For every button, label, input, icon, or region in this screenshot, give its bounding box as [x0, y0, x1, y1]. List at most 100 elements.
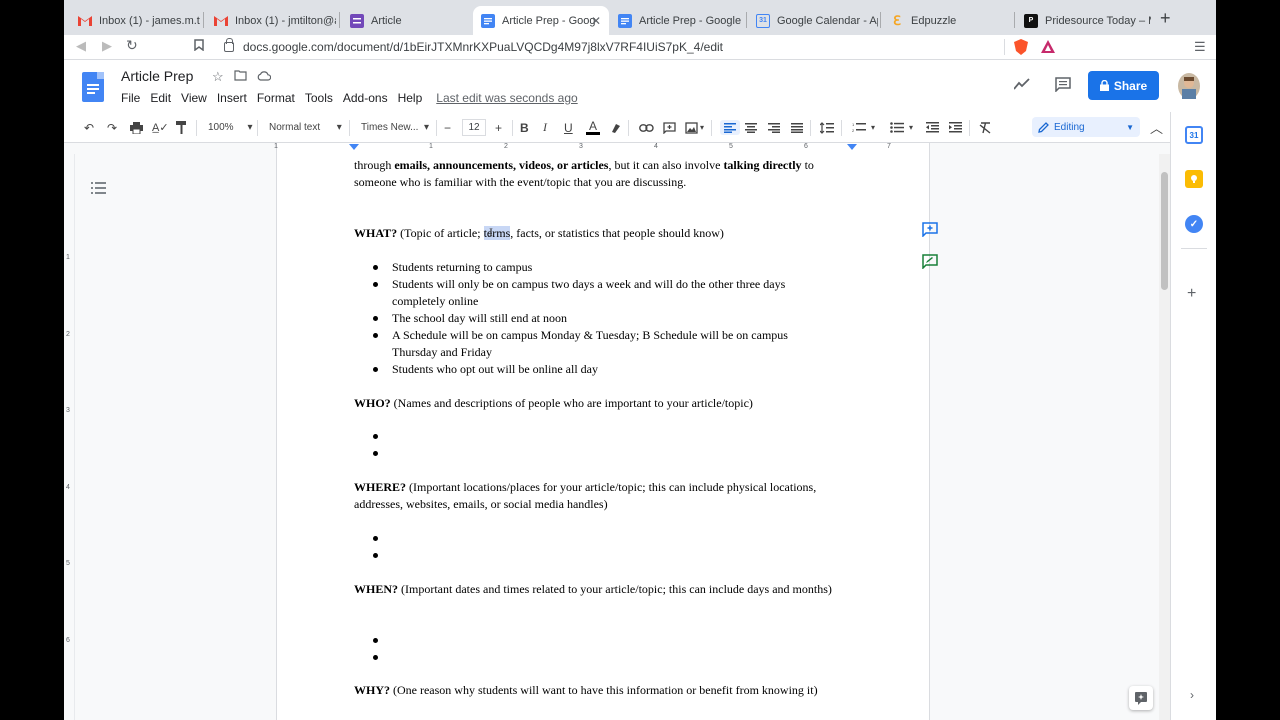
increase-font-size-button[interactable]: +: [495, 120, 502, 135]
justify-icon[interactable]: [791, 120, 803, 135]
section-description: (Important locations/places for your art…: [354, 480, 817, 511]
insert-comment-icon[interactable]: [663, 120, 676, 135]
new-tab-icon[interactable]: +: [1160, 8, 1171, 29]
tab-docs-active[interactable]: Article Prep - Goog ✕: [473, 6, 609, 35]
when-heading: WHEN? (Important dates and times related…: [354, 581, 854, 598]
insert-image-icon[interactable]: ▾: [685, 120, 704, 135]
tab-pridesource[interactable]: P Pridesource Today – M: [1016, 6, 1151, 35]
section-label: WHERE?: [354, 480, 407, 494]
document-page[interactable]: through emails, announcements, videos, o…: [276, 154, 930, 720]
line-spacing-icon[interactable]: [820, 120, 834, 135]
docs-logo-icon[interactable]: [82, 72, 104, 102]
browser-window: Inbox (1) - james.m.tilto Inbox (1) - jm…: [64, 0, 1216, 720]
clear-formatting-icon[interactable]: [979, 120, 991, 135]
spellcheck-icon[interactable]: A̲✓: [152, 120, 169, 135]
undo-icon[interactable]: ↶: [84, 120, 94, 135]
brave-rewards-icon[interactable]: [1041, 40, 1055, 58]
share-button[interactable]: Share: [1088, 71, 1159, 100]
scrollbar-thumb[interactable]: [1161, 172, 1168, 290]
move-folder-icon[interactable]: [234, 69, 247, 85]
tab-edpuzzle[interactable]: ℇ Edpuzzle: [882, 6, 1012, 35]
zoom-select[interactable]: 100% ▾: [208, 120, 253, 135]
paint-format-icon[interactable]: [176, 120, 187, 135]
last-edit-link[interactable]: Last edit was seconds ago: [436, 91, 577, 105]
tasks-icon[interactable]: ✓: [1185, 215, 1203, 233]
style-value: Normal text: [269, 122, 321, 133]
avatar[interactable]: [1178, 73, 1200, 99]
what-heading: WHAT? (Topic of article; terms, facts, o…: [354, 225, 854, 242]
tab-docs-2[interactable]: Article Prep - Google D: [610, 6, 744, 35]
cloud-saved-icon[interactable]: [257, 69, 271, 85]
tab-gmail-1[interactable]: Inbox (1) - james.m.tilto: [70, 6, 200, 35]
lock-icon: [224, 38, 234, 52]
calendar-icon: 31: [756, 13, 770, 28]
underline-icon[interactable]: U: [564, 120, 573, 135]
right-indent-marker[interactable]: [847, 144, 857, 150]
menu-tools[interactable]: Tools: [305, 91, 333, 105]
increase-indent-icon[interactable]: [949, 120, 962, 135]
close-tab-icon[interactable]: ✕: [591, 14, 601, 28]
address-bar: ◀ ▶ ↻ docs.google.com/document/d/1bEirJT…: [64, 35, 1216, 60]
back-icon[interactable]: ◀: [76, 38, 86, 54]
menu-view[interactable]: View: [181, 91, 207, 105]
comment-history-icon[interactable]: [1055, 77, 1071, 97]
chevron-right-icon[interactable]: ›: [1190, 688, 1194, 702]
vertical-scrollbar[interactable]: [1159, 154, 1170, 720]
keep-icon[interactable]: [1185, 170, 1203, 188]
redo-icon[interactable]: ↷: [107, 120, 117, 135]
list-item-text: The school day will still end at noon: [392, 311, 567, 325]
section-label: WHY?: [354, 683, 390, 697]
ruler-number: 2: [504, 143, 508, 150]
align-left-icon[interactable]: [720, 120, 740, 135]
menu-addons[interactable]: Add-ons: [343, 91, 388, 105]
tab-gmail-2[interactable]: Inbox (1) - jmtilton@avi: [206, 6, 336, 35]
forward-icon[interactable]: ▶: [102, 38, 112, 54]
font-value: Times New...: [361, 122, 419, 133]
url-field[interactable]: docs.google.com/document/d/1bEirJTXMnrKX…: [224, 37, 1004, 57]
list-item: The school day will still end at noon: [373, 310, 834, 327]
style-select[interactable]: Normal text ▾: [269, 120, 342, 135]
decrease-indent-icon[interactable]: [926, 120, 939, 135]
insert-link-icon[interactable]: [639, 120, 654, 135]
align-center-icon[interactable]: [745, 120, 757, 135]
add-comment-icon[interactable]: [920, 219, 940, 239]
hide-menus-chevron-up-icon[interactable]: ︿: [1150, 120, 1163, 136]
numbered-list-icon[interactable]: 1 2 ▾: [852, 120, 875, 135]
editing-mode-select[interactable]: Editing ▼: [1032, 117, 1140, 137]
browser-menu-icon[interactable]: ☰: [1194, 39, 1206, 55]
tab-calendar[interactable]: 31 Google Calendar - Apr: [748, 6, 878, 35]
add-on-plus-icon[interactable]: +: [1187, 285, 1196, 303]
reload-icon[interactable]: ↻: [126, 37, 138, 54]
text-color-icon[interactable]: A: [586, 120, 600, 135]
menu-file[interactable]: File: [121, 91, 140, 105]
font-select[interactable]: Times New... ▾: [361, 120, 429, 135]
star-icon[interactable]: ☆: [212, 69, 224, 85]
tab-label: Pridesource Today – M: [1045, 14, 1151, 27]
section-description: (One reason why students will want to ha…: [390, 683, 818, 697]
explore-icon[interactable]: [1129, 686, 1153, 710]
svg-text:1: 1: [852, 122, 855, 127]
highlight-color-icon[interactable]: [610, 120, 622, 135]
list-item-text: Students who opt out will be online all …: [392, 362, 598, 376]
bold-icon[interactable]: B: [520, 120, 529, 135]
ruler-number: 1: [66, 254, 70, 261]
calendar-icon[interactable]: 31: [1185, 126, 1203, 144]
font-size-input[interactable]: 12: [462, 119, 486, 136]
bookmark-icon[interactable]: [194, 39, 204, 54]
menu-help[interactable]: Help: [398, 91, 423, 105]
tab-forms-article[interactable]: Article: [342, 6, 472, 35]
document-title[interactable]: Article Prep: [121, 68, 193, 84]
activity-dashboard-icon[interactable]: [1013, 77, 1030, 95]
suggest-edits-icon[interactable]: [920, 251, 940, 271]
print-icon[interactable]: [130, 120, 143, 135]
italic-icon[interactable]: I: [543, 120, 547, 135]
menu-insert[interactable]: Insert: [217, 91, 247, 105]
document-outline-icon[interactable]: [91, 181, 106, 194]
menu-edit[interactable]: Edit: [150, 91, 171, 105]
align-right-icon[interactable]: [768, 120, 780, 135]
bulleted-list-icon[interactable]: ▾: [890, 120, 913, 135]
left-indent-marker[interactable]: [349, 144, 359, 150]
menu-format[interactable]: Format: [257, 91, 295, 105]
brave-shield-icon[interactable]: [1014, 39, 1028, 60]
decrease-font-size-button[interactable]: −: [444, 120, 451, 135]
